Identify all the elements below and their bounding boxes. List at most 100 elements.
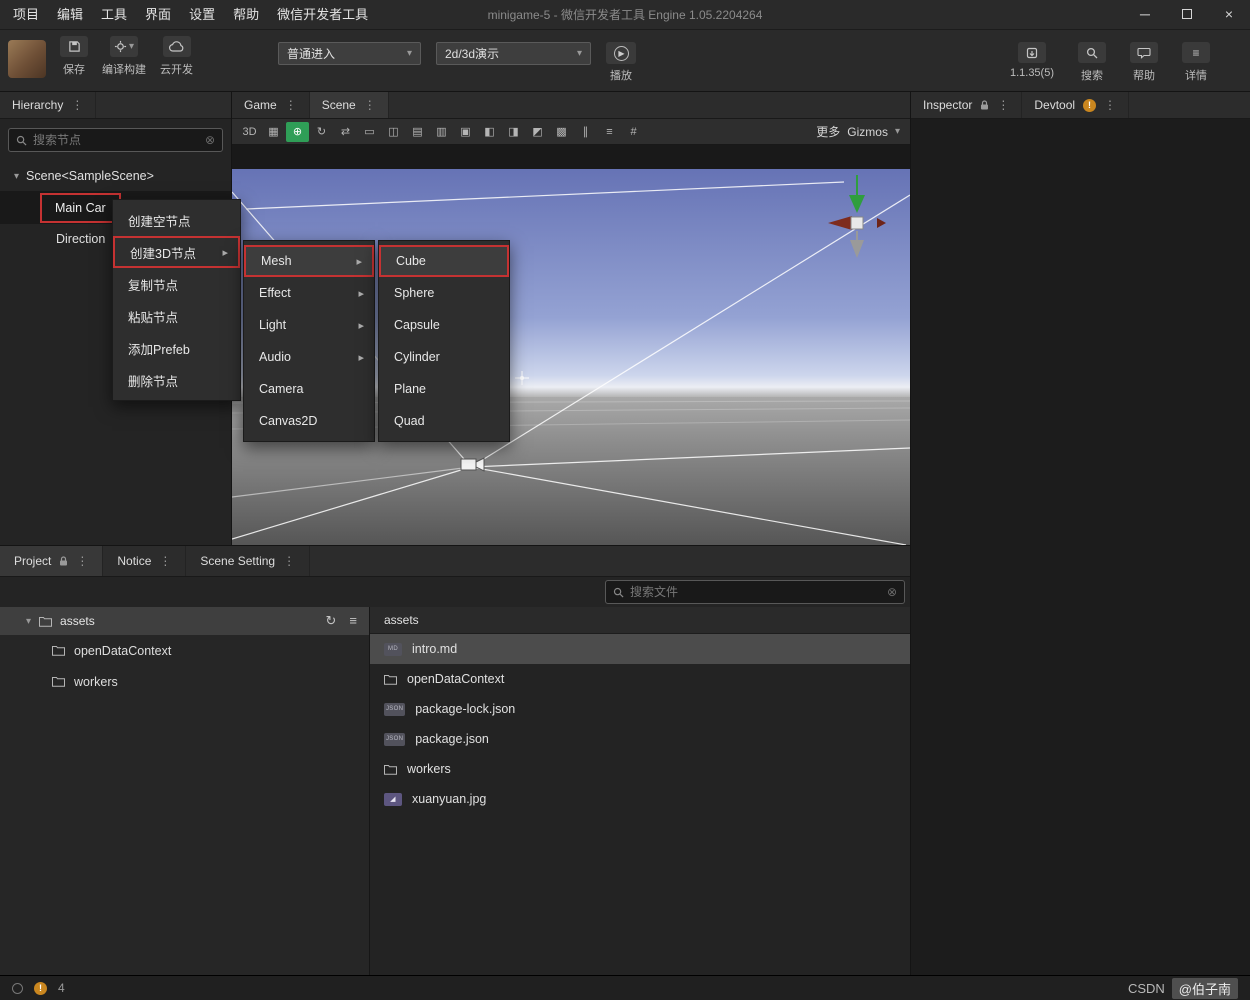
maximize-button[interactable] bbox=[1166, 0, 1208, 29]
file-row-opendatacontext[interactable]: openDataContext bbox=[370, 664, 910, 694]
refresh-icon[interactable]: ↻ bbox=[326, 613, 337, 629]
tool-3d-toggle[interactable]: 3D bbox=[238, 122, 261, 142]
node-search-box[interactable]: ⊗ bbox=[8, 128, 223, 152]
mesh-cube[interactable]: Cube bbox=[379, 245, 509, 277]
tool-grid-icon[interactable]: ▦ bbox=[262, 122, 285, 142]
mesh-quad[interactable]: Quad bbox=[379, 405, 509, 437]
version-button[interactable]: 1.1.35(5) bbox=[1010, 42, 1054, 83]
file-search-input[interactable] bbox=[630, 585, 881, 599]
ctx-delete-node[interactable]: 删除节点 bbox=[113, 364, 240, 396]
submenu-camera[interactable]: Camera bbox=[244, 373, 374, 405]
user-avatar[interactable] bbox=[8, 40, 46, 78]
file-row-package-lock-json[interactable]: JSON package-lock.json bbox=[370, 694, 910, 724]
tool-rotate-icon[interactable]: ↻ bbox=[310, 122, 333, 142]
file-search-box[interactable]: ⊗ bbox=[605, 580, 905, 604]
submenu-light[interactable]: Light ▸ bbox=[244, 309, 374, 341]
detail-list-icon: ≡ bbox=[1182, 42, 1210, 63]
kebab-menu-icon[interactable]: ⋮ bbox=[76, 554, 88, 568]
kebab-menu-icon[interactable]: ⋮ bbox=[159, 554, 171, 568]
file-name: package.json bbox=[415, 732, 489, 746]
file-row-package-json[interactable]: JSON package.json bbox=[370, 724, 910, 754]
tree-item-opendatacontext[interactable]: openDataContext bbox=[0, 635, 369, 666]
file-row-xuanyuan-jpg[interactable]: ◢ xuanyuan.jpg bbox=[370, 784, 910, 814]
tab-notice[interactable]: Notice ⋮ bbox=[103, 546, 187, 576]
kebab-menu-icon[interactable]: ⋮ bbox=[71, 98, 83, 112]
mesh-cylinder[interactable]: Cylinder bbox=[379, 341, 509, 373]
tool-scale-icon[interactable]: ⇄ bbox=[334, 122, 357, 142]
tool-align-middle-icon[interactable]: ▥ bbox=[430, 122, 453, 142]
clear-search-icon[interactable]: ⊗ bbox=[887, 585, 897, 599]
tab-game[interactable]: Game ⋮ bbox=[232, 92, 310, 118]
file-row-intro-md[interactable]: MD intro.md bbox=[370, 634, 910, 664]
mesh-sphere[interactable]: Sphere bbox=[379, 277, 509, 309]
minimize-button[interactable]: ─ bbox=[1124, 0, 1166, 29]
tab-hierarchy[interactable]: Hierarchy ⋮ bbox=[0, 92, 97, 118]
kebab-menu-icon[interactable]: ⋮ bbox=[1104, 98, 1116, 112]
menu-project[interactable]: 项目 bbox=[4, 0, 48, 29]
tool-align-center-icon[interactable]: ◨ bbox=[502, 122, 525, 142]
tool-rect-icon[interactable]: ▭ bbox=[358, 122, 381, 142]
cloud-dev-button[interactable]: 云开发 bbox=[160, 36, 193, 77]
camera-gizmo[interactable] bbox=[460, 457, 485, 472]
mesh-capsule[interactable]: Capsule bbox=[379, 309, 509, 341]
kebab-menu-icon[interactable]: ⋮ bbox=[997, 98, 1009, 112]
tree-item-workers[interactable]: workers bbox=[0, 666, 369, 697]
menu-help[interactable]: 帮助 bbox=[224, 0, 268, 29]
submenu-audio[interactable]: Audio ▸ bbox=[244, 341, 374, 373]
tool-frame-icon[interactable]: ◫ bbox=[382, 122, 405, 142]
ctx-copy-node[interactable]: 复制节点 bbox=[113, 268, 240, 300]
kebab-menu-icon[interactable]: ⋮ bbox=[285, 98, 297, 112]
ctx-create-empty-node[interactable]: 创建空节点 bbox=[113, 204, 240, 236]
tab-inspector[interactable]: Inspector ⋮ bbox=[911, 92, 1023, 118]
tree-caret-icon[interactable]: ▾ bbox=[14, 171, 19, 182]
tool-distribute-icon[interactable]: ▩ bbox=[550, 122, 573, 142]
mesh-plane[interactable]: Plane bbox=[379, 373, 509, 405]
kebab-menu-icon[interactable]: ⋮ bbox=[364, 98, 376, 112]
ctx-item-label: 复制节点 bbox=[128, 278, 179, 293]
search-icon bbox=[613, 587, 624, 598]
menu-devtools[interactable]: 微信开发者工具 bbox=[268, 0, 377, 29]
tool-list-icon[interactable]: ≡ bbox=[598, 122, 621, 142]
save-button[interactable]: 保存 bbox=[60, 36, 88, 77]
ctx-create-3d-node[interactable]: 创建3D节点 ▸ bbox=[113, 236, 240, 268]
tree-root-assets[interactable]: ▾ assets ↻ ≡ bbox=[0, 607, 369, 635]
tool-snap-icon[interactable]: # bbox=[622, 122, 645, 142]
node-search-input[interactable] bbox=[33, 133, 199, 147]
help-button[interactable]: 帮助 bbox=[1130, 42, 1158, 83]
tab-project[interactable]: Project ⋮ bbox=[0, 546, 104, 576]
demo-scene-select[interactable]: 2d/3d演示 ▾ bbox=[436, 42, 591, 65]
tool-align-left-icon[interactable]: ◧ bbox=[478, 122, 501, 142]
tree-node-scene[interactable]: ▾ Scene<SampleScene> bbox=[0, 161, 231, 191]
tool-move-icon[interactable]: ⊕ bbox=[286, 121, 309, 142]
menu-edit[interactable]: 编辑 bbox=[48, 0, 92, 29]
file-row-workers[interactable]: workers bbox=[370, 754, 910, 784]
detail-button[interactable]: ≡ 详情 bbox=[1182, 42, 1210, 83]
tab-scene[interactable]: Scene ⋮ bbox=[309, 92, 389, 118]
build-button[interactable]: ▾ 编译构建 bbox=[102, 36, 146, 77]
chevron-down-icon: ▾ bbox=[576, 48, 582, 59]
submenu-mesh[interactable]: Mesh ▸ bbox=[244, 245, 374, 277]
close-button[interactable]: × bbox=[1208, 0, 1250, 29]
menu-ui[interactable]: 界面 bbox=[136, 0, 180, 29]
tool-align-top-icon[interactable]: ▤ bbox=[406, 122, 429, 142]
gizmos-dropdown[interactable]: 更多 Gizmos ▾ bbox=[816, 123, 904, 140]
tool-align-bottom-icon[interactable]: ▣ bbox=[454, 122, 477, 142]
tab-devtool[interactable]: Devtool ! ⋮ bbox=[1022, 92, 1130, 118]
menu-settings[interactable]: 设置 bbox=[180, 0, 224, 29]
ctx-add-prefab[interactable]: 添加Prefeb bbox=[113, 332, 240, 364]
list-view-icon[interactable]: ≡ bbox=[349, 613, 357, 629]
kebab-menu-icon[interactable]: ⋮ bbox=[283, 554, 295, 568]
tree-caret-icon[interactable]: ▾ bbox=[26, 616, 31, 627]
clear-search-icon[interactable]: ⊗ bbox=[205, 133, 215, 147]
play-button[interactable]: ▶ 播放 bbox=[606, 42, 636, 83]
ctx-paste-node[interactable]: 粘贴节点 bbox=[113, 300, 240, 332]
menu-tools[interactable]: 工具 bbox=[92, 0, 136, 29]
submenu-canvas2d[interactable]: Canvas2D bbox=[244, 405, 374, 437]
warning-icon[interactable]: ! bbox=[34, 981, 47, 995]
run-mode-select[interactable]: 普通进入 ▾ bbox=[278, 42, 421, 65]
submenu-effect[interactable]: Effect ▸ bbox=[244, 277, 374, 309]
tool-align-right-icon[interactable]: ◩ bbox=[526, 122, 549, 142]
tab-scene-setting[interactable]: Scene Setting ⋮ bbox=[186, 546, 311, 576]
search-button[interactable]: 搜索 bbox=[1078, 42, 1106, 83]
tool-columns-icon[interactable]: ∥ bbox=[574, 122, 597, 142]
